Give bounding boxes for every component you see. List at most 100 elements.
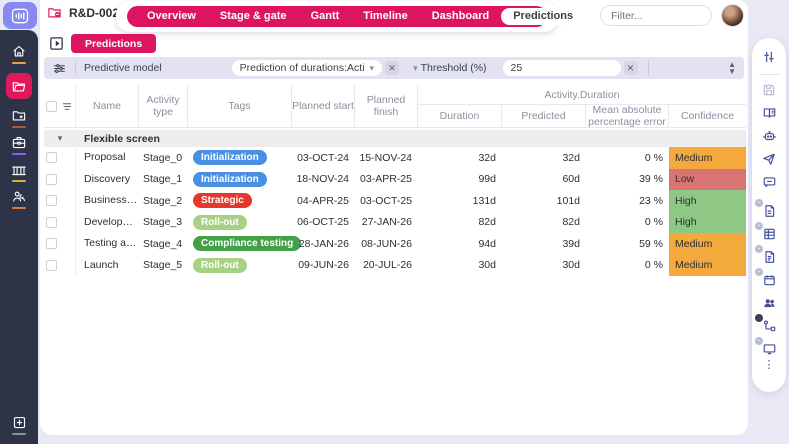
divider: [75, 61, 76, 75]
sidebar-item-starred[interactable]: [0, 106, 38, 132]
export-chevron-badge: ⌄: [755, 199, 763, 207]
column-header-activity-type[interactable]: Activity type: [139, 85, 188, 127]
column-header-tags[interactable]: Tags: [188, 85, 292, 127]
panel-toggle-icon[interactable]: [48, 35, 65, 52]
export-chevron-badge: ⌄: [755, 268, 763, 276]
report-book-icon[interactable]: [759, 104, 779, 122]
row-checkbox[interactable]: [46, 217, 57, 228]
predictions-view-button[interactable]: Predictions: [71, 34, 156, 53]
sidebar-item-home[interactable]: [0, 42, 38, 68]
sliders-icon[interactable]: [759, 48, 779, 66]
table-row[interactable]: Development Stage_3 Roll-out 06-OCT-25 2…: [44, 212, 746, 234]
column-header-confidence[interactable]: Confidence: [669, 105, 746, 127]
robot-icon[interactable]: [759, 127, 779, 145]
confidence-cell: Low: [669, 169, 746, 191]
export-doc-icon[interactable]: ⌄: [759, 248, 779, 266]
threshold-label: Threshold (%): [421, 62, 487, 74]
save-icon[interactable]: [759, 81, 779, 99]
predicted-cell: 82d: [502, 212, 586, 234]
project-name: R&D-002: [69, 6, 119, 20]
name-cell: Proposal: [76, 147, 139, 169]
tags-cell: Roll-out: [188, 255, 292, 277]
filter-settings-icon[interactable]: [52, 62, 67, 75]
planned-finish-cell: 08-JUN-26: [355, 233, 418, 255]
projects-folder-icon: [6, 73, 32, 99]
column-header-name[interactable]: Name: [76, 85, 139, 127]
sidebar-item-add[interactable]: [0, 413, 38, 439]
column-header-planned-start[interactable]: Planned start: [292, 85, 355, 127]
tags-cell: Initialization: [188, 147, 292, 169]
sidebar-item-portfolio[interactable]: [0, 133, 38, 159]
starred-underline: [12, 126, 26, 128]
threshold-input[interactable]: [503, 60, 621, 76]
stepper-control[interactable]: ▲▼: [728, 61, 736, 75]
sidebar-item-resources[interactable]: [0, 187, 38, 213]
tab-overview[interactable]: Overview: [135, 8, 208, 25]
send-icon[interactable]: [759, 150, 779, 168]
comment-icon[interactable]: [759, 173, 779, 191]
home-icon: [6, 42, 32, 60]
tab-predictions[interactable]: Predictions: [501, 8, 585, 25]
workflow-icon[interactable]: [759, 317, 779, 335]
row-checkbox[interactable]: [46, 195, 57, 206]
group-row-flexible-screen[interactable]: ▾ Flexible screen: [44, 130, 746, 147]
top-bar: R&D-002 ▾ Overview Stage & gate Gantt Ti…: [40, 0, 748, 32]
table-header: Name Activity type Tags Planned start Pl…: [44, 85, 746, 128]
calendar-icon[interactable]: ⌄: [759, 271, 779, 289]
confidence-cell: Medium: [669, 233, 746, 255]
table-row[interactable]: Testing and V... Stage_4 Compliance test…: [44, 233, 746, 255]
table-row[interactable]: Business Case Stage_2 Strategic 04-APR-2…: [44, 190, 746, 212]
row-checkbox[interactable]: [46, 174, 57, 185]
tab-dashboard[interactable]: Dashboard: [420, 8, 501, 25]
table-row[interactable]: Discovery Stage_1 Initialization 18-NOV-…: [44, 169, 746, 191]
tag-pill: Roll-out: [193, 215, 247, 230]
row-hierarchy-cell: [58, 255, 76, 277]
predicted-cell: 101d: [502, 190, 586, 212]
app-logo[interactable]: [3, 2, 37, 29]
sidebar-item-projects[interactable]: [0, 73, 38, 99]
project-folder-icon: [46, 5, 63, 20]
portfolio-underline: [12, 153, 26, 155]
clear-model-icon[interactable]: ✕: [385, 61, 399, 75]
chevron-down-icon[interactable]: ▾: [413, 63, 418, 74]
table-row[interactable]: Launch Stage_5 Roll-out 09-JUN-26 20-JUL…: [44, 255, 746, 277]
row-checkbox[interactable]: [46, 260, 57, 271]
more-dots-icon[interactable]: ⋮: [764, 363, 775, 367]
monitor-icon[interactable]: ⌄: [759, 340, 779, 358]
clear-threshold-icon[interactable]: ✕: [624, 61, 638, 75]
column-header-planned-finish[interactable]: Planned finish: [355, 85, 418, 127]
stage-gate-icon: [6, 160, 32, 178]
column-group-activity-duration: Activity.Duration: [418, 85, 746, 105]
planned-finish-cell: 15-NOV-24: [355, 147, 418, 169]
main-panel: R&D-002 ▾ Overview Stage & gate Gantt Ti…: [40, 0, 748, 435]
predictive-model-label: Predictive model: [84, 62, 162, 74]
table-row[interactable]: Proposal Stage_0 Initialization 03-OCT-2…: [44, 147, 746, 169]
tab-timeline[interactable]: Timeline: [351, 8, 419, 25]
export-table-icon[interactable]: ⌄: [759, 225, 779, 243]
export-pdf-icon[interactable]: ⌄: [759, 202, 779, 220]
name-cell: Business Case: [76, 190, 139, 212]
row-hierarchy-cell: [58, 190, 76, 212]
right-toolbar: ⌄ ⌄ ⌄ ⌄ ⌄ ⋮: [752, 38, 786, 392]
tab-gantt[interactable]: Gantt: [299, 8, 352, 25]
column-header-mape[interactable]: Mean absolute percentage error: [586, 105, 669, 127]
users-icon[interactable]: [759, 294, 779, 312]
predicted-cell: 30d: [502, 255, 586, 277]
tag-pill: Strategic: [193, 193, 252, 208]
user-avatar[interactable]: [721, 4, 744, 27]
row-checkbox[interactable]: [46, 238, 57, 249]
sidebar-item-stage-gate[interactable]: [0, 160, 38, 186]
predictive-model-select[interactable]: Prediction of durations:Acti ▾: [232, 60, 382, 76]
tab-stage-gate[interactable]: Stage & gate: [208, 8, 299, 25]
row-hierarchy-cell: [58, 147, 76, 169]
hierarchy-column-header[interactable]: [58, 85, 76, 127]
select-all-checkbox[interactable]: [46, 101, 57, 112]
column-header-duration[interactable]: Duration: [418, 105, 502, 127]
column-header-predicted[interactable]: Predicted: [502, 105, 586, 127]
duration-cell: 99d: [418, 169, 502, 191]
collapse-chevron-icon[interactable]: ▾: [44, 133, 76, 144]
filter-input[interactable]: [600, 5, 712, 26]
row-checkbox[interactable]: [46, 152, 57, 163]
planned-start-cell: 03-OCT-24: [292, 147, 355, 169]
tags-cell: Strategic: [188, 190, 292, 212]
